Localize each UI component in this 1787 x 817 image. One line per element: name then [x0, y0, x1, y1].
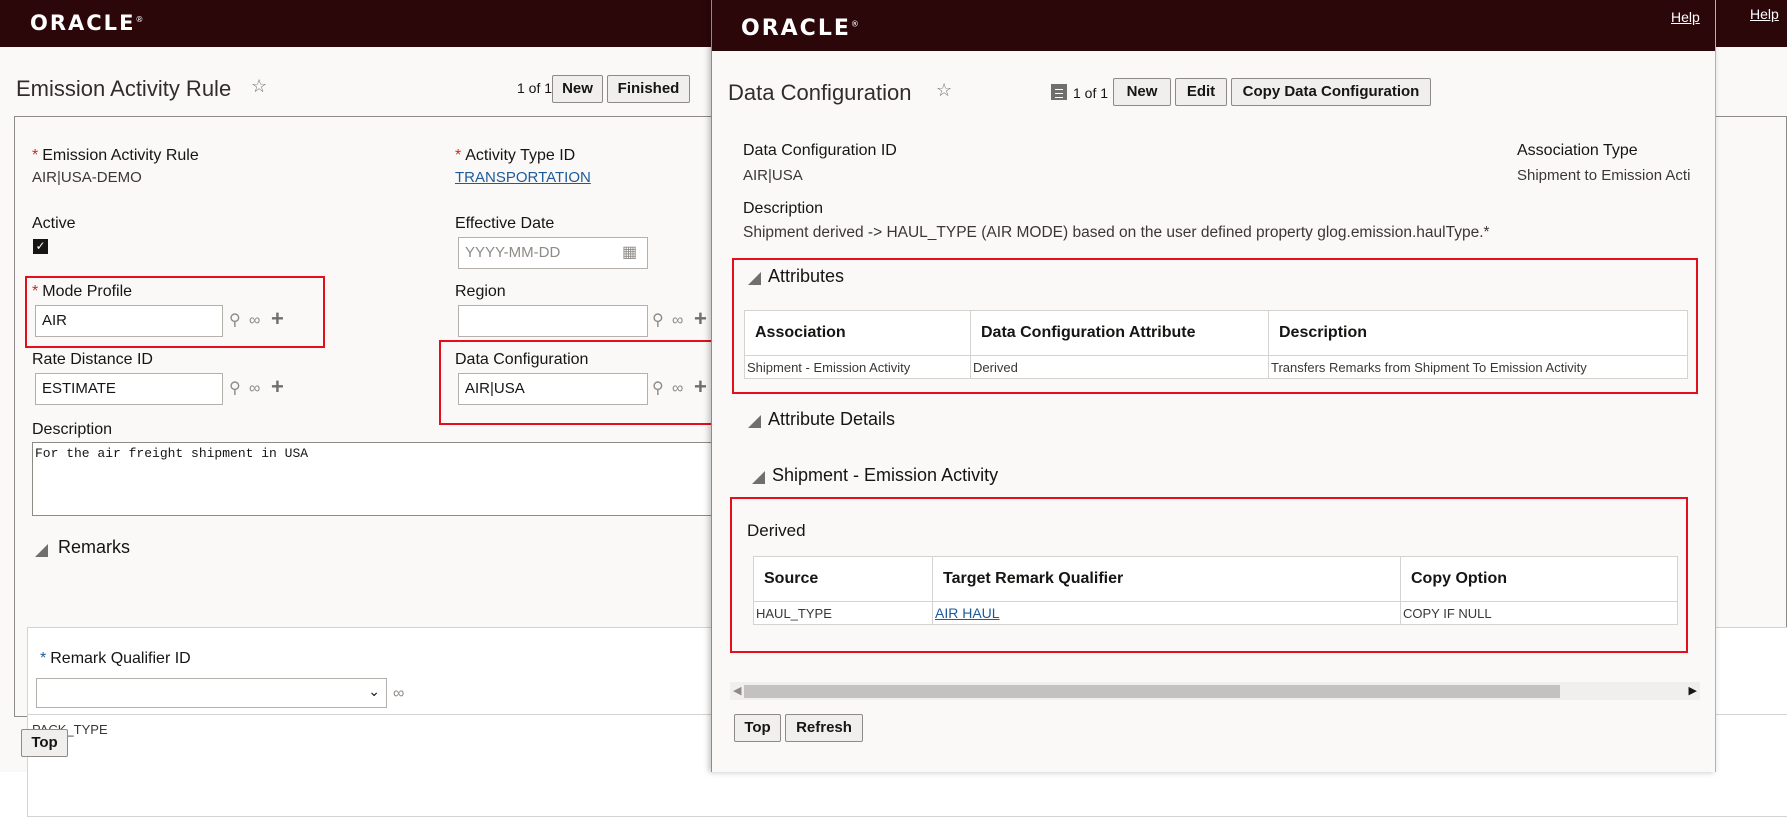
description-label: Description: [743, 200, 824, 217]
description-value: Shipment derived -> HAUL_TYPE (AIR MODE)…: [743, 224, 1490, 241]
description-textarea[interactable]: For the air freight shipment in USA: [32, 442, 732, 516]
scroll-left-icon[interactable]: ◀: [733, 684, 741, 697]
oracle-logo: ORACLE®: [30, 11, 144, 35]
add-icon[interactable]: +: [694, 308, 707, 330]
shipment-emission-section-title: Shipment - Emission Activity: [772, 465, 999, 485]
finished-button[interactable]: Finished: [607, 75, 690, 103]
pager-text: 1 of 1: [1073, 85, 1109, 101]
favorite-star-icon[interactable]: ☆: [251, 76, 267, 97]
data-config-id-value: AIR|USA: [743, 167, 803, 184]
region-label: Region: [455, 283, 506, 300]
oracle-logo: ORACLE®: [741, 16, 859, 41]
search-icon[interactable]: ⚲: [229, 380, 241, 398]
top-button[interactable]: Top: [734, 714, 781, 742]
list-view-icon[interactable]: [1051, 84, 1067, 100]
region-input[interactable]: [458, 305, 648, 337]
scroll-right-icon[interactable]: ▶: [1689, 684, 1697, 697]
new-button[interactable]: New: [552, 75, 603, 103]
description-label: Description: [32, 421, 113, 438]
remark-qualifier-label: * Remark Qualifier ID: [40, 650, 191, 667]
horizontal-scrollbar[interactable]: ◀ ▶: [730, 682, 1700, 700]
collapse-triangle-icon[interactable]: [752, 471, 765, 484]
highlight-derived: [730, 497, 1688, 653]
active-checkbox[interactable]: ✓: [33, 239, 48, 254]
remarks-section-title: Remarks: [58, 537, 131, 557]
add-icon[interactable]: +: [271, 376, 284, 398]
effective-date-input[interactable]: YYYY-MM-DD: [458, 237, 648, 269]
popup-title: Data Configuration: [728, 80, 912, 105]
active-label: Active: [32, 215, 76, 232]
page-title: Emission Activity Rule: [16, 76, 232, 101]
association-type-label: Association Type: [1517, 142, 1638, 159]
edit-button[interactable]: Edit: [1175, 78, 1227, 106]
highlight-attributes: [732, 258, 1698, 394]
chevron-down-icon: ⌄: [368, 683, 380, 699]
collapse-triangle-icon[interactable]: [35, 544, 48, 557]
copy-data-configuration-button[interactable]: Copy Data Configuration: [1231, 78, 1431, 106]
data-config-id-label: Data Configuration ID: [743, 142, 897, 159]
view-details-icon[interactable]: ∞: [393, 685, 404, 703]
data-configuration-popup: ORACLE® Help Data Configuration ☆ 1 of 1…: [711, 0, 1716, 772]
effective-date-label: Effective Date: [455, 215, 555, 232]
top-button[interactable]: Top: [21, 729, 68, 757]
popup-top-bar: ORACLE® Help: [712, 0, 1715, 51]
highlight-mode-profile: [25, 276, 325, 348]
association-type-value: Shipment to Emission Acti: [1517, 167, 1691, 184]
help-link[interactable]: Help: [1750, 6, 1779, 22]
attribute-details-section-title: Attribute Details: [768, 409, 896, 429]
help-link[interactable]: Help: [1671, 9, 1700, 25]
collapse-triangle-icon[interactable]: [748, 415, 761, 428]
scrollbar-thumb[interactable]: [744, 685, 1560, 698]
rule-label: * Emission Activity Rule: [32, 147, 199, 164]
activity-type-label: * Activity Type ID: [455, 147, 576, 164]
search-icon[interactable]: ⚲: [652, 312, 664, 330]
highlight-data-configuration: [439, 340, 720, 425]
refresh-button[interactable]: Refresh: [785, 714, 863, 742]
activity-type-link[interactable]: TRANSPORTATION: [455, 169, 591, 186]
rule-value: AIR|USA-DEMO: [32, 169, 142, 186]
remark-qualifier-select[interactable]: ⌄: [36, 678, 387, 708]
rate-distance-label: Rate Distance ID: [32, 351, 153, 368]
new-button[interactable]: New: [1113, 78, 1171, 106]
pager-text: 1 of 1: [517, 80, 553, 96]
rate-distance-input[interactable]: ESTIMATE: [35, 373, 223, 405]
view-details-icon[interactable]: ∞: [249, 380, 260, 398]
favorite-star-icon[interactable]: ☆: [936, 80, 952, 101]
calendar-icon[interactable]: ▦: [622, 244, 637, 262]
view-details-icon[interactable]: ∞: [672, 312, 683, 330]
